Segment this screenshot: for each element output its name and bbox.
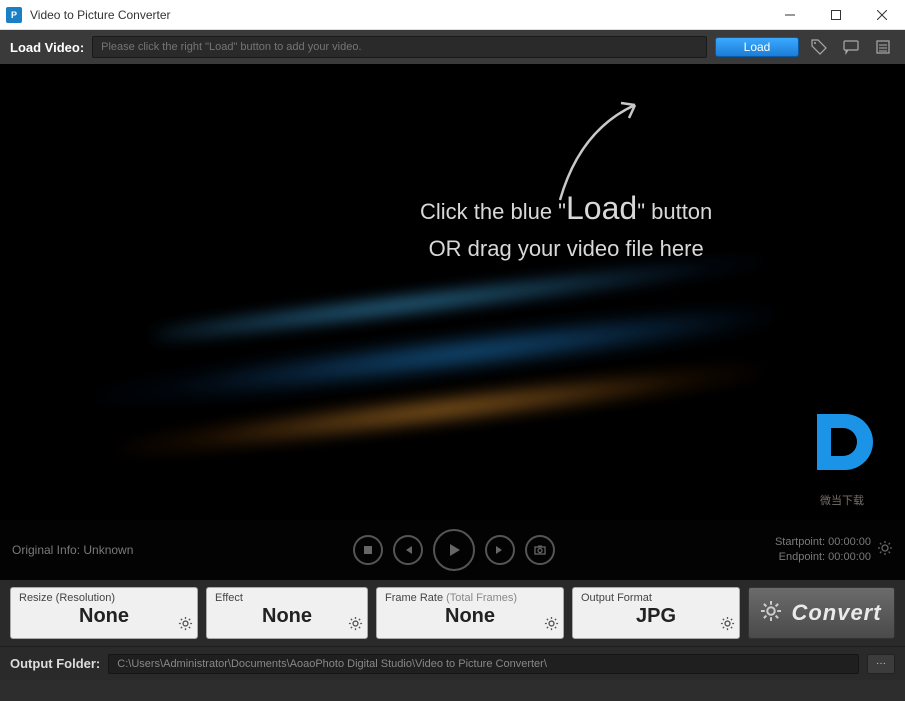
endpoint-label: Endpoint:: [779, 551, 825, 563]
play-button[interactable]: [433, 529, 475, 571]
effect-label: Effect: [215, 592, 359, 604]
output-format-label: Output Format: [581, 592, 731, 604]
load-video-bar: Load Video: Load: [0, 30, 905, 64]
comment-icon[interactable]: [839, 35, 863, 59]
titlebar: P Video to Picture Converter: [0, 0, 905, 30]
startpoint-label: Startpoint:: [775, 536, 825, 548]
drop-hint-text: Click the blue "Load" button OR drag you…: [420, 184, 712, 265]
preview-footer: Original Info: Unknown Startpoint: 00:00…: [0, 520, 905, 580]
settings-row: Resize (Resolution) None Effect None Fra…: [0, 580, 905, 646]
gear-icon[interactable]: [178, 616, 193, 636]
original-info-label: Original Info: Unknown: [12, 543, 133, 557]
time-points: Startpoint: 00:00:00 Endpoint: 00:00:00: [775, 535, 871, 566]
frame-rate-card[interactable]: Frame Rate (Total Frames) None: [376, 587, 564, 639]
output-folder-path[interactable]: C:\Users\Administrator\Documents\AoaoPho…: [108, 654, 859, 674]
window-title: Video to Picture Converter: [30, 8, 767, 22]
minimize-button[interactable]: [767, 0, 813, 30]
resize-label: Resize (Resolution): [19, 592, 189, 604]
snapshot-button[interactable]: [525, 535, 555, 565]
effect-value: None: [215, 605, 359, 628]
resize-card[interactable]: Resize (Resolution) None: [10, 587, 198, 639]
list-icon[interactable]: [871, 35, 895, 59]
close-button[interactable]: [859, 0, 905, 30]
gear-icon[interactable]: [544, 616, 559, 636]
output-format-value: JPG: [581, 605, 731, 628]
convert-label: Convert: [791, 600, 881, 626]
output-folder-label: Output Folder:: [10, 656, 100, 671]
next-frame-button[interactable]: [485, 535, 515, 565]
stop-button[interactable]: [353, 535, 383, 565]
output-folder-row: Output Folder: C:\Users\Administrator\Do…: [0, 646, 905, 680]
output-format-card[interactable]: Output Format JPG: [572, 587, 740, 639]
startpoint-value: 00:00:00: [828, 536, 871, 548]
tag-icon[interactable]: [807, 35, 831, 59]
preview-area[interactable]: Click the blue "Load" button OR drag you…: [0, 64, 905, 580]
browse-folder-button[interactable]: ···: [867, 654, 895, 674]
window-controls: [767, 0, 905, 30]
effect-card[interactable]: Effect None: [206, 587, 368, 639]
endpoint-value: 00:00:00: [828, 551, 871, 563]
maximize-button[interactable]: [813, 0, 859, 30]
prev-frame-button[interactable]: [393, 535, 423, 565]
gear-icon[interactable]: [348, 616, 363, 636]
resize-value: None: [19, 605, 189, 628]
frame-rate-value: None: [385, 605, 555, 628]
watermark-logo: 微当下载: [797, 402, 887, 502]
gear-icon[interactable]: [720, 616, 735, 636]
decorative-streak: [81, 301, 779, 412]
load-button[interactable]: Load: [715, 37, 799, 57]
video-path-input[interactable]: [92, 36, 707, 58]
playback-controls: [133, 529, 775, 571]
load-video-label: Load Video:: [10, 40, 84, 55]
frame-rate-label: Frame Rate (Total Frames): [385, 592, 555, 604]
convert-button[interactable]: Convert: [748, 587, 895, 639]
app-icon: P: [6, 7, 22, 23]
gear-icon: [761, 601, 781, 626]
timepoint-settings-icon[interactable]: [877, 540, 893, 561]
